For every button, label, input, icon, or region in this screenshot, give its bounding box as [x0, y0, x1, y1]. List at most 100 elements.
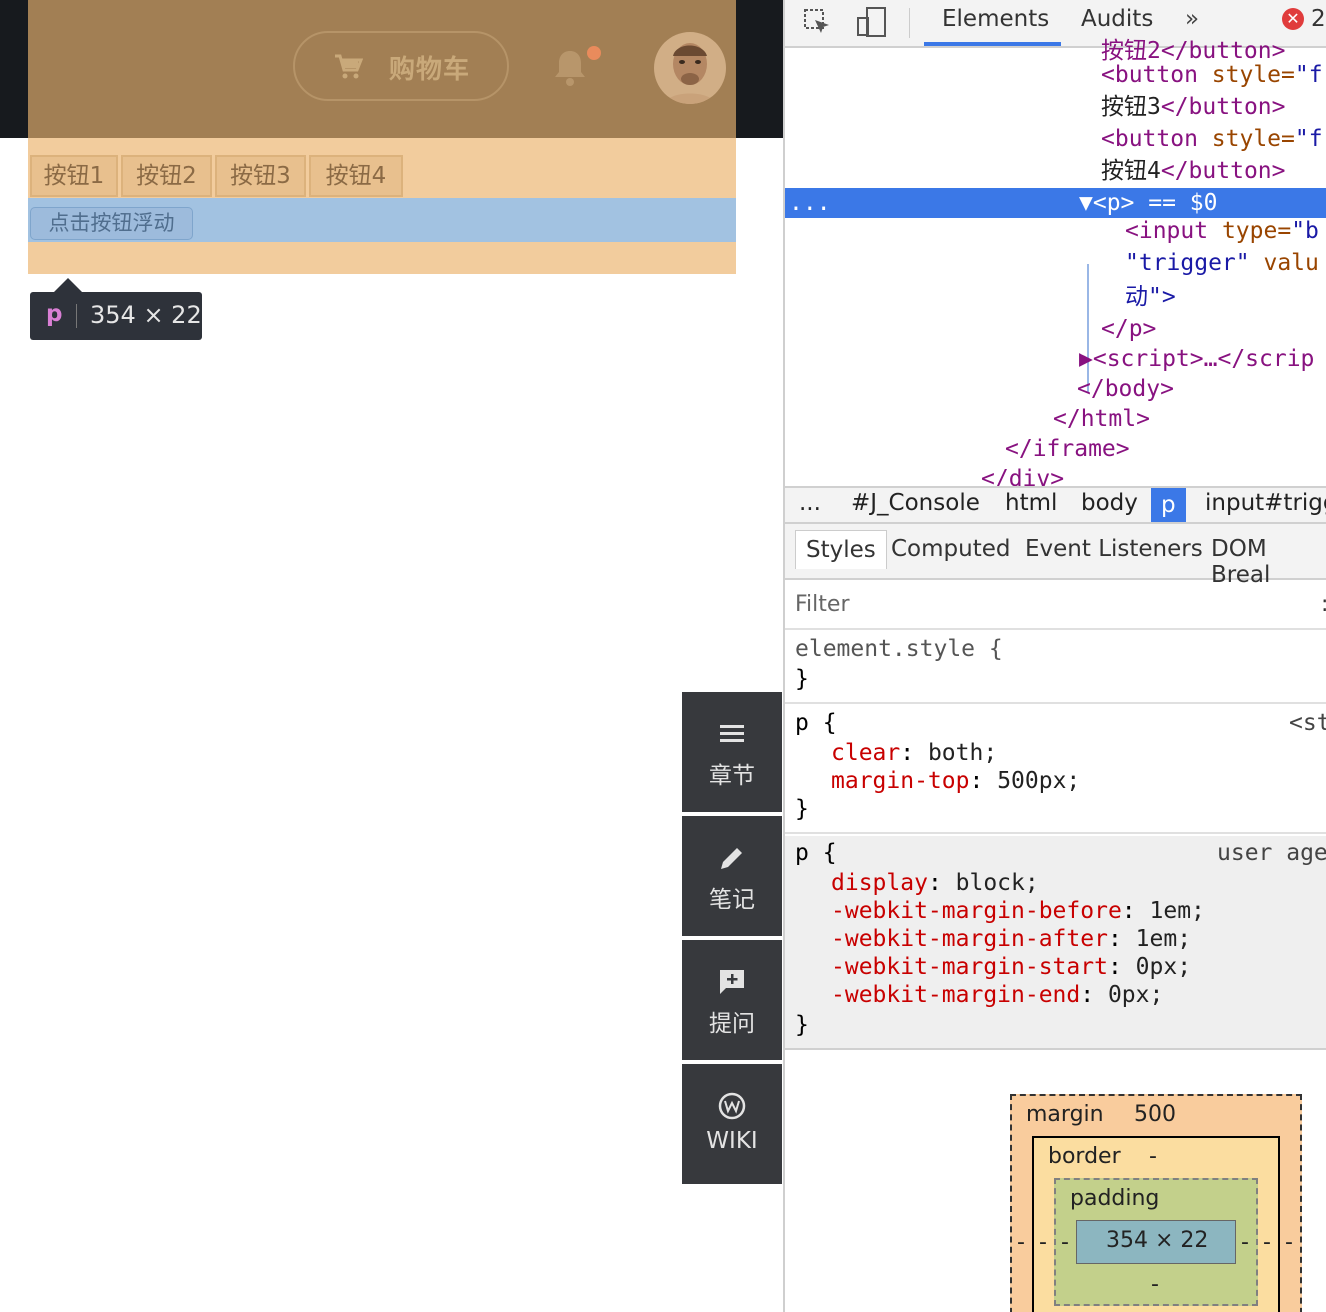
dom-line[interactable]: "trigger" valu [785, 248, 1326, 278]
styles-filter[interactable]: Filter : [785, 582, 1326, 630]
devtools-panel: Elements Audits » ✕ 2 按钮2</button> <butt… [783, 0, 1326, 1312]
dom-line[interactable]: <input type="b [785, 216, 1326, 246]
dom-string: "f [1294, 126, 1323, 152]
sidebar-item-wiki[interactable]: WIKI [682, 1064, 782, 1184]
button-4[interactable]: 按钮4 [309, 155, 403, 197]
rule-selector[interactable]: element.style { [795, 636, 1003, 662]
prop-value: 1em; [1135, 926, 1192, 952]
dom-tag: <button [1101, 126, 1198, 152]
dom-tag: <button [1101, 62, 1198, 88]
bell-icon[interactable] [554, 48, 586, 92]
dom-string: "b [1291, 218, 1319, 244]
tooltip-tag: p [46, 301, 63, 327]
dom-line[interactable]: 按钮4</button> [785, 156, 1326, 186]
question-icon [718, 968, 746, 1000]
rule-declaration: -webkit-margin-after: 1em; [831, 926, 1192, 952]
tab-dom-breakpoints[interactable]: DOM Breal [1211, 536, 1326, 588]
rule-declaration: display: block; [831, 870, 1039, 896]
rule-declaration[interactable]: margin-top: 500px; [831, 768, 1080, 794]
box-model-border-value[interactable]: - [1149, 1144, 1157, 1169]
box-model-padding-label: padding [1070, 1186, 1160, 1211]
breadcrumb-item[interactable]: html [1005, 490, 1057, 516]
cart-button[interactable]: 购物车 [293, 31, 509, 101]
dom-tag: </button> [1160, 158, 1286, 184]
error-icon[interactable]: ✕ [1282, 8, 1304, 30]
more-tabs-icon[interactable]: » [1185, 6, 1199, 32]
dom-line-selected[interactable]: ... ▼<p> == $0 [785, 188, 1326, 218]
sidebar-item-label: 章节 [709, 763, 755, 789]
sidebar-item-chapters[interactable]: 章节 [682, 692, 782, 812]
dom-line[interactable]: 按钮3</button> [785, 92, 1326, 122]
rule-selector[interactable]: p { [795, 710, 837, 736]
box-model-content-size[interactable]: 354 × 22 [1106, 1228, 1208, 1253]
dom-attr: style= [1197, 126, 1295, 152]
dom-line[interactable]: <button style="f [785, 124, 1326, 154]
sidebar-item-notes[interactable]: 笔记 [682, 816, 782, 936]
tab-styles[interactable]: Styles [795, 530, 887, 569]
prop-value: 0px; [1107, 982, 1164, 1008]
sidebar-item-label: 笔记 [709, 887, 755, 913]
wiki-icon [718, 1092, 746, 1124]
rule-element-style: element.style { } [785, 632, 1326, 704]
prop-name: -webkit-margin-before [831, 898, 1122, 924]
breadcrumb-item-selected[interactable]: p [1151, 488, 1186, 522]
box-model-margin-label: margin [1026, 1102, 1104, 1127]
rule-p-user-agent: p { user age display: block; -webkit-mar… [785, 836, 1326, 1048]
prop-name: -webkit-margin-start [831, 954, 1108, 980]
tooltip-separator [76, 304, 77, 328]
button-2[interactable]: 按钮2 [121, 155, 212, 197]
notification-dot [587, 46, 601, 60]
tab-elements[interactable]: Elements [942, 6, 1049, 32]
breadcrumb-item[interactable]: body [1081, 490, 1138, 516]
error-count[interactable]: 2 [1311, 6, 1326, 32]
breadcrumb-item[interactable]: input#trigge [1205, 490, 1326, 516]
rule-p-stylesheet: p { <st clear: both; margin-top: 500px; … [785, 706, 1326, 834]
styles-subtabs: Styles Computed Event Listeners DOM Brea… [785, 524, 1326, 588]
dom-line[interactable]: <button style="f [785, 60, 1326, 90]
rule-close: } [795, 666, 809, 692]
box-model-dash: - [1017, 1230, 1025, 1255]
dom-line[interactable]: ▶<script>…</scrip [785, 344, 1326, 374]
dom-tag: </html> [1053, 406, 1150, 432]
dom-line[interactable]: </p> [785, 314, 1326, 344]
tab-computed[interactable]: Computed [891, 536, 1010, 562]
dom-line[interactable]: </body> [785, 374, 1326, 404]
tab-audits[interactable]: Audits [1081, 6, 1153, 32]
rule-selector[interactable]: p { [795, 840, 837, 866]
dom-selected-node: ▼<p> == $0 [1079, 190, 1218, 216]
box-model-margin-value[interactable]: 500 [1134, 1102, 1176, 1127]
box-model-dash: - [1151, 1272, 1159, 1297]
rule-source[interactable]: <st [1289, 710, 1326, 736]
dom-tag: </button> [1160, 94, 1286, 120]
tab-event-listeners[interactable]: Event Listeners [1025, 536, 1203, 562]
rule-declaration: -webkit-margin-before: 1em; [831, 898, 1205, 924]
sidebar-item-label: WIKI [706, 1128, 758, 1154]
pencil-icon [718, 844, 746, 876]
prop-name: clear [831, 740, 901, 766]
button-3[interactable]: 按钮3 [215, 155, 306, 197]
prop-name: -webkit-margin-end [831, 982, 1081, 1008]
prop-value: block; [955, 870, 1039, 896]
rule-declaration: -webkit-margin-start: 0px; [831, 954, 1192, 980]
button-1[interactable]: 按钮1 [30, 155, 118, 197]
dom-attr: style= [1197, 62, 1295, 88]
dom-tag: </body> [1077, 376, 1174, 402]
cart-icon [333, 53, 364, 85]
rule-close: } [795, 796, 809, 822]
dom-attr: type= [1208, 218, 1292, 244]
dom-line[interactable]: </iframe> [785, 434, 1326, 464]
dom-selected-dots[interactable]: ... [789, 188, 831, 218]
box-model-dash: - [1241, 1230, 1249, 1255]
rule-declaration[interactable]: clear: both; [831, 740, 997, 766]
dom-line[interactable]: </html> [785, 404, 1326, 434]
avatar[interactable] [654, 32, 726, 104]
prop-value: 1em; [1149, 898, 1205, 924]
sidebar-item-label: 提问 [709, 1011, 755, 1037]
filter-toggle[interactable]: : [1321, 592, 1326, 617]
float-trigger-button[interactable]: 点击按钮浮动 [30, 207, 193, 240]
dom-text: 按钮3 [1101, 94, 1161, 120]
breadcrumb-item[interactable]: #J_Console [851, 490, 980, 516]
breadcrumb-item[interactable]: ... [799, 490, 821, 516]
dom-line[interactable]: 动"> [785, 282, 1326, 312]
sidebar-item-questions[interactable]: 提问 [682, 940, 782, 1060]
